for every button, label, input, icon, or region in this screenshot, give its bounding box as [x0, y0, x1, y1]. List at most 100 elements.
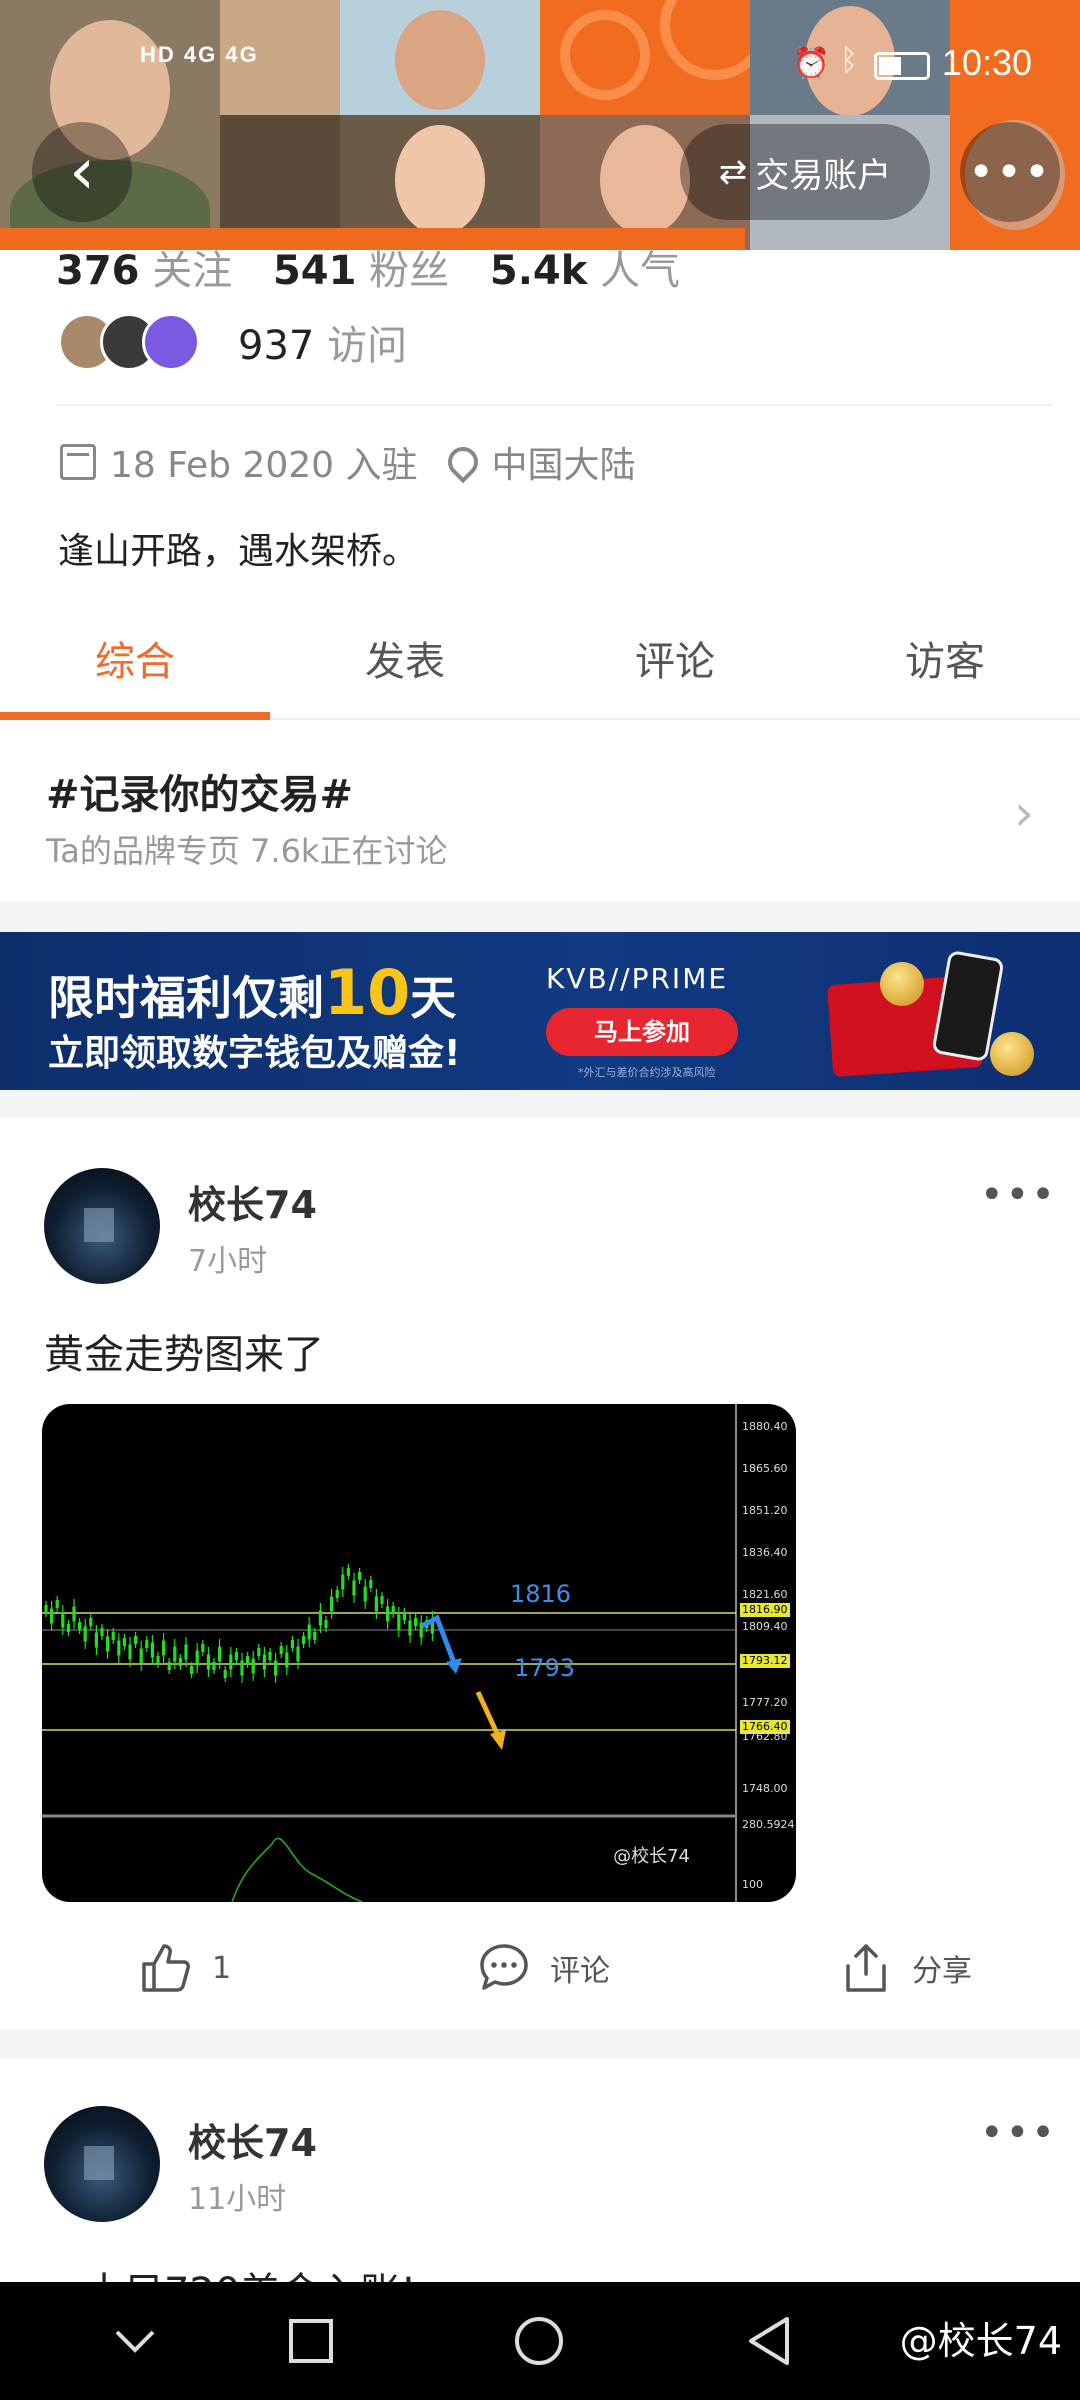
- chart-candle-body: [100, 1628, 104, 1636]
- chart-candle-body: [150, 1642, 154, 1658]
- chart-candle-body: [212, 1662, 216, 1670]
- profile-stats: 376 关注 541 粉丝 5.4k 人气: [56, 238, 708, 296]
- chart-candle-body: [55, 1600, 59, 1608]
- battery-icon: [874, 52, 930, 80]
- chart-candle-body: [296, 1646, 300, 1662]
- nav-home-button[interactable]: [504, 2306, 574, 2376]
- post-author-avatar[interactable]: [44, 2106, 160, 2222]
- chart-candle-body: [240, 1660, 244, 1676]
- comment-button[interactable]: 评论: [476, 1928, 610, 2008]
- following-count[interactable]: 376: [56, 248, 140, 294]
- chart-indicator-line: [231, 1837, 363, 1902]
- bluetooth-icon: ᛒ: [840, 44, 858, 77]
- tab-overview[interactable]: 综合: [0, 620, 270, 720]
- nav-back-button[interactable]: [734, 2306, 804, 2376]
- tab-visitors[interactable]: 访客: [810, 620, 1080, 718]
- popularity-count: 5.4k: [489, 248, 588, 294]
- share-label: 分享: [912, 1954, 972, 1989]
- chart-candle-body: [72, 1606, 76, 1622]
- section-gap: [0, 1090, 1080, 1118]
- promo-headline-prefix: 限时福利仅剩: [48, 971, 324, 1025]
- comment-label: 评论: [550, 1954, 610, 1989]
- signal-icon: HD 4G 4G: [140, 42, 259, 67]
- share-button[interactable]: 分享: [838, 1928, 972, 2008]
- promo-subline: 立即领取数字钱包及赠金!: [48, 1033, 461, 1074]
- chart-candle-body: [178, 1658, 182, 1666]
- visitor-avatar: [142, 313, 200, 371]
- chart-tick-label: 1865.60: [742, 1462, 788, 1475]
- chart-candle-body: [318, 1610, 322, 1626]
- chart-tick-label: 280.5924: [742, 1818, 795, 1831]
- nav-recents-button[interactable]: [276, 2306, 346, 2376]
- chart-candle-body: [78, 1622, 82, 1630]
- gold-price-chart[interactable]: 1880.40 1865.60 1851.20 1836.40 1821.60 1816.…: [42, 1404, 796, 1902]
- chart-candle-body: [234, 1652, 238, 1660]
- chart-candle-body: [246, 1656, 250, 1664]
- promo-banner[interactable]: 限时福利仅剩10天 立即领取数字钱包及赠金! KVB//PRIME 马上参加 *…: [0, 932, 1080, 1090]
- chart-candle-body: [397, 1614, 401, 1630]
- following-label[interactable]: 关注: [152, 248, 232, 294]
- visits-count: 937: [238, 323, 315, 369]
- tab-comments[interactable]: 评论: [540, 620, 810, 718]
- chevron-right-icon: ›: [1014, 784, 1034, 842]
- chart-arrow-blue: [420, 1614, 459, 1669]
- post-more-button[interactable]: •••: [980, 2110, 1057, 2156]
- chart-tick-label: 1809.40: [742, 1620, 788, 1633]
- triangle-back-icon: [749, 2317, 789, 2365]
- topic-row[interactable]: #记录你的交易# Ta的品牌专页 7.6k正在讨论 ›: [0, 722, 1080, 902]
- chart-candle-body: [374, 1596, 378, 1612]
- status-time: 10:30: [941, 42, 1032, 83]
- trading-account-button[interactable]: ⇄ 交易账户: [680, 124, 930, 220]
- chart-tick-label: 1748.00: [742, 1782, 788, 1795]
- chart-candle-body: [167, 1662, 171, 1670]
- chart-candle-body: [346, 1568, 350, 1576]
- post-timestamp: 11小时: [188, 2182, 287, 2217]
- chart-candle-body: [352, 1580, 356, 1596]
- chart-candle-body: [44, 1605, 48, 1613]
- post-author-name[interactable]: 校长74: [188, 2112, 317, 2167]
- profile-tabs: 综合 发表 评论 访客: [0, 620, 1080, 720]
- chart-candle-body: [173, 1646, 177, 1662]
- recent-visitors[interactable]: 937 访问: [58, 310, 407, 374]
- post-author-avatar[interactable]: [44, 1168, 160, 1284]
- followers-label[interactable]: 粉丝: [369, 248, 449, 294]
- back-button[interactable]: ‹: [32, 122, 132, 222]
- chart-candle-body: [391, 1606, 395, 1614]
- chart-candle-body: [414, 1618, 418, 1626]
- share-icon: [846, 1944, 886, 1992]
- alarm-icon: ⏰: [792, 47, 830, 80]
- visits-label: 访问: [327, 323, 408, 369]
- tab-posts[interactable]: 发表: [270, 620, 540, 718]
- more-button[interactable]: •••: [960, 122, 1060, 222]
- chart-candle-body: [61, 1612, 65, 1628]
- thumbs-up-icon: [142, 1944, 190, 1992]
- section-gap: [0, 902, 1080, 932]
- chart-watermark: @校长74: [613, 1846, 690, 1867]
- joined-date: 18 Feb 2020 入驻: [110, 445, 418, 486]
- swap-icon: ⇄: [718, 152, 748, 192]
- chart-candle-body: [156, 1656, 160, 1664]
- popularity-label: 人气: [600, 248, 681, 294]
- chart-candle-body: [363, 1586, 367, 1602]
- post-more-button[interactable]: •••: [980, 1172, 1057, 1218]
- like-count: 1: [212, 1950, 232, 1986]
- trading-account-label: 交易账户: [755, 155, 892, 196]
- chart-tick-label: 1851.20: [742, 1504, 788, 1517]
- chart-candle-body: [190, 1666, 194, 1674]
- followers-count[interactable]: 541: [273, 248, 357, 294]
- visits-text: 937 访问: [238, 313, 407, 371]
- chart-tick-label: 100: [742, 1878, 763, 1891]
- promo-join-button[interactable]: 马上参加: [546, 1008, 738, 1056]
- chart-candle-body: [335, 1590, 339, 1598]
- post-author-name[interactable]: 校长74: [188, 1174, 317, 1229]
- chart-candle-body: [94, 1632, 98, 1648]
- chart-tick-label: 1836.40: [742, 1546, 788, 1559]
- like-button[interactable]: 1: [138, 1928, 231, 2008]
- chart-candle-body: [313, 1632, 317, 1640]
- chart-arrow-yellow-head: [490, 1730, 506, 1750]
- chart-candle-body: [134, 1636, 138, 1644]
- chart-candle-body: [302, 1636, 306, 1644]
- chart-candle-body: [83, 1626, 87, 1642]
- chart-level-label: 1793: [514, 1654, 575, 1682]
- nav-collapse-button[interactable]: [100, 2306, 170, 2376]
